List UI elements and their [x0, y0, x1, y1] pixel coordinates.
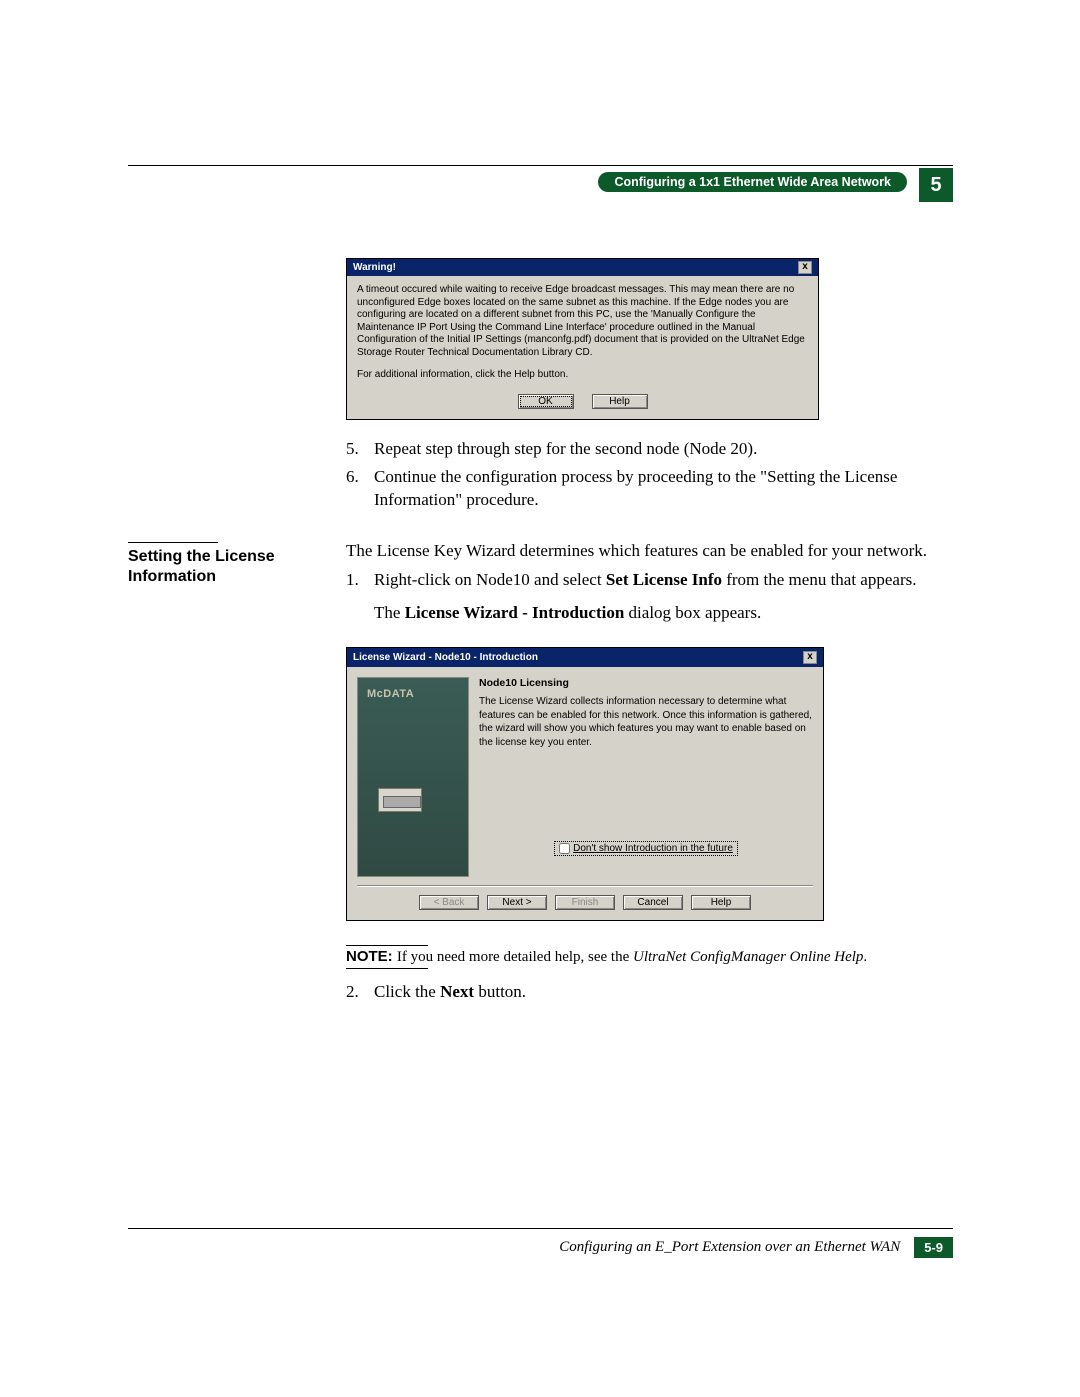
step-5: 5. Repeat step through step for the seco… [346, 438, 953, 461]
back-button: < Back [419, 895, 479, 910]
step-text: Repeat step through step for the second … [374, 438, 757, 461]
warning-dialog: Warning! x A timeout occured while waiti… [346, 258, 819, 420]
cancel-button[interactable]: Cancel [623, 895, 683, 910]
step-text: Right-click on Node10 and select Set Lic… [374, 569, 916, 592]
subsection-title: Setting the License Information [128, 548, 275, 585]
page-footer: Configuring an E_Port Extension over an … [128, 1228, 953, 1258]
note-text-a: If you need more detailed help, see the [397, 949, 633, 965]
dialog-titlebar: Warning! x [347, 259, 818, 276]
step-number: 6. [346, 466, 364, 512]
step-1: 1. Right-click on Node10 and select Set … [346, 569, 953, 592]
chapter-number: 5 [919, 168, 953, 202]
top-rule [128, 165, 953, 166]
wizard-titlebar: License Wizard - Node10 - Introduction x [347, 648, 823, 667]
license-wizard-dialog: License Wizard - Node10 - Introduction x… [346, 647, 824, 921]
warning-text-2: For additional information, click the He… [357, 369, 808, 382]
checkbox-label: Don't show Introduction in the future [573, 843, 733, 854]
result-text: The License Wizard - Introduction dialog… [374, 602, 953, 625]
note-text-b: . [863, 949, 867, 965]
warning-text-1: A timeout occured while waiting to recei… [357, 284, 808, 359]
dialog-title-text: Warning! [353, 262, 396, 273]
note-block: NOTE: If you need more detailed help, se… [346, 945, 953, 969]
section-intro: The License Key Wizard determines which … [346, 540, 953, 563]
help-button[interactable]: Help [592, 394, 648, 409]
step-number: 1. [346, 569, 364, 592]
step-6: 6. Continue the configuration process by… [346, 466, 953, 512]
device-icon [378, 788, 422, 812]
finish-button: Finish [555, 895, 615, 910]
step-number: 5. [346, 438, 364, 461]
close-icon[interactable]: x [798, 261, 812, 274]
header-row: Configuring a 1x1 Ethernet Wide Area Net… [128, 172, 953, 202]
wizard-body-text: The License Wizard collects information … [479, 695, 813, 749]
next-button[interactable]: Next > [487, 895, 547, 910]
footer-title: Configuring an E_Port Extension over an … [559, 1239, 900, 1256]
subsection-heading: Setting the License Information [128, 540, 328, 625]
mcdata-logo: McDATA [358, 678, 468, 700]
dont-show-checkbox[interactable]: Don't show Introduction in the future [554, 841, 738, 856]
checkbox-input[interactable] [559, 843, 570, 854]
step-2: 2. Click the Next button. [346, 981, 953, 1004]
section-ribbon: Configuring a 1x1 Ethernet Wide Area Net… [598, 172, 907, 192]
wizard-sidebar-image: McDATA [357, 677, 469, 877]
close-icon[interactable]: x [803, 651, 817, 664]
step-number: 2. [346, 981, 364, 1004]
dialog-body: A timeout occured while waiting to recei… [347, 276, 818, 386]
page-number: 5-9 [914, 1237, 953, 1258]
step-text: Continue the configuration process by pr… [374, 466, 953, 512]
ok-button[interactable]: OK [518, 394, 574, 409]
help-button[interactable]: Help [691, 895, 751, 910]
wizard-heading: Node10 Licensing [479, 677, 813, 689]
wizard-title-text: License Wizard - Node10 - Introduction [353, 652, 538, 663]
note-text-italic: UltraNet ConfigManager Online Help [633, 949, 863, 965]
step-text: Click the Next button. [374, 981, 526, 1004]
page-content: Configuring a 1x1 Ethernet Wide Area Net… [128, 165, 953, 1010]
note-label: NOTE: [346, 948, 397, 965]
